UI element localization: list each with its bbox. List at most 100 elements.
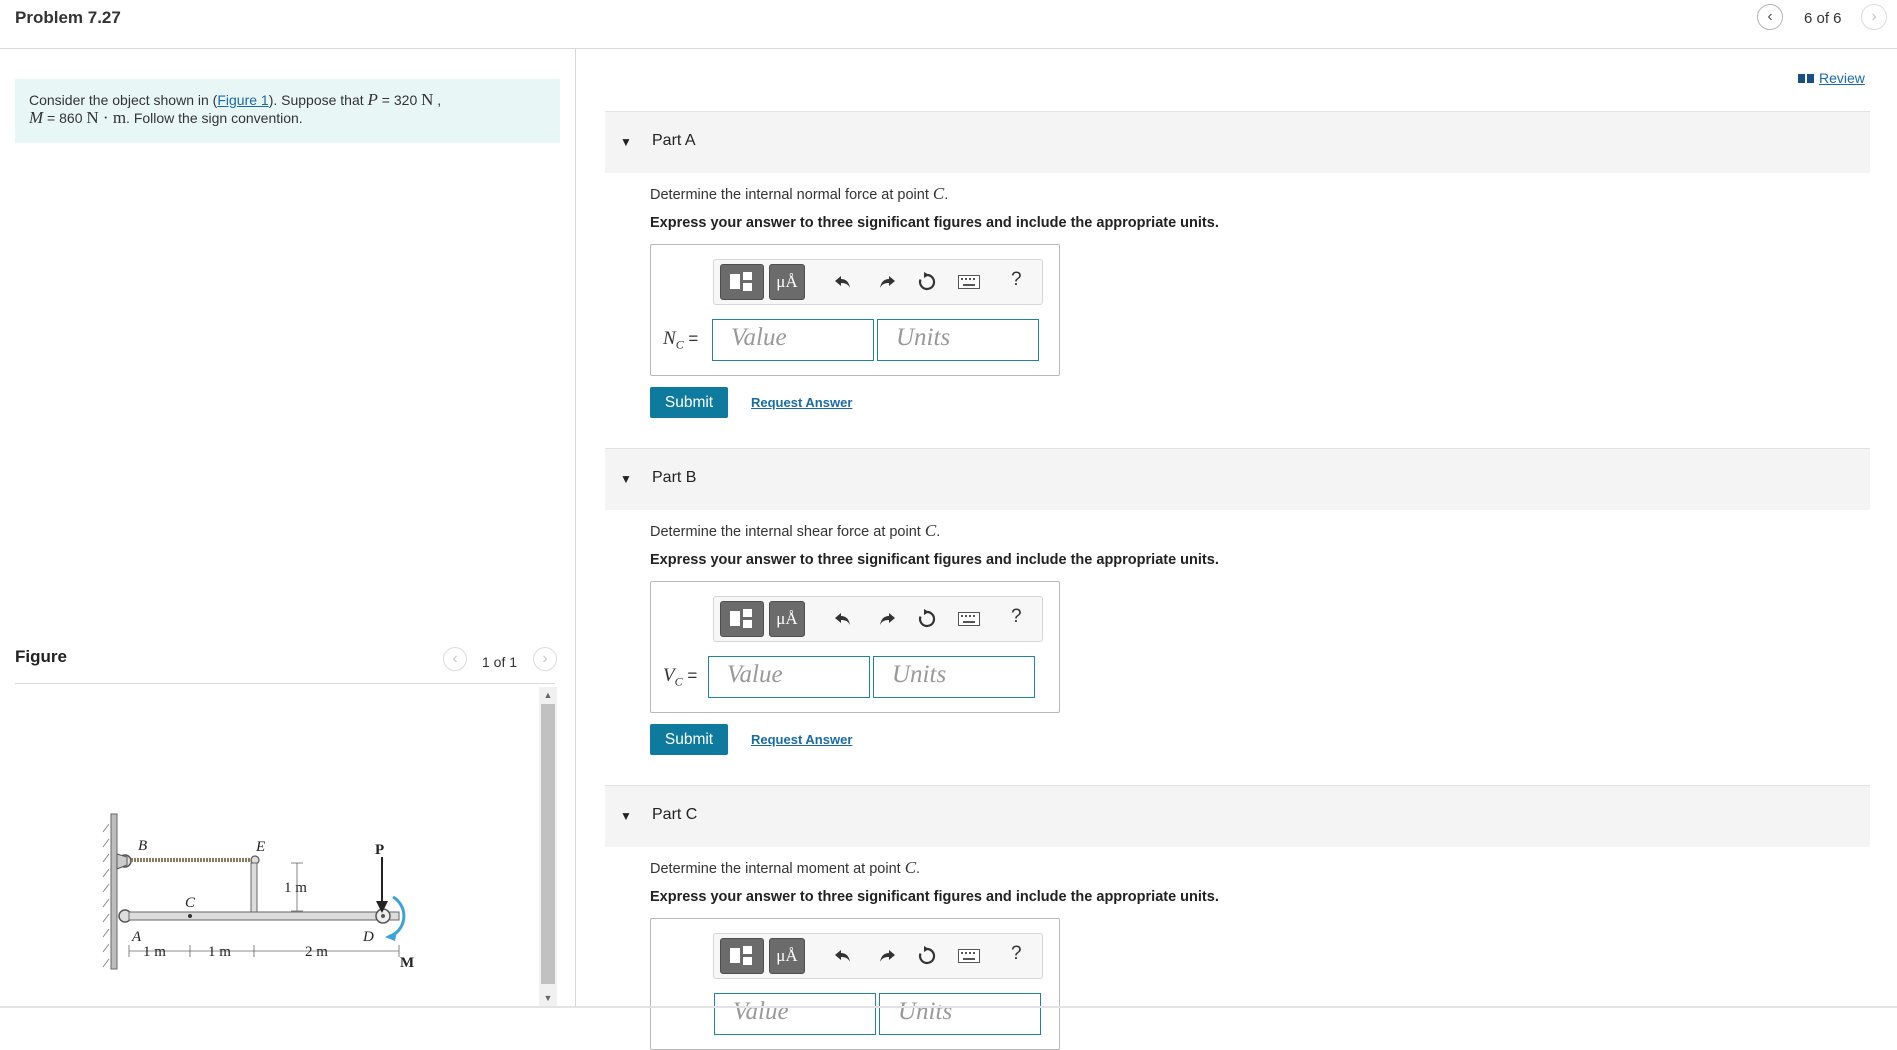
template-icon (730, 946, 752, 965)
undo-icon[interactable] (831, 607, 855, 631)
help-icon[interactable]: ? (1011, 606, 1022, 628)
help-icon[interactable]: ? (1011, 943, 1022, 965)
part-b-request-answer-link[interactable]: Request Answer (751, 732, 852, 747)
template-icon (730, 272, 752, 291)
part-b-question: Determine the internal shear force at po… (650, 521, 940, 541)
help-icon[interactable]: ? (1011, 269, 1022, 291)
problem-text: ). Suppose that (268, 92, 368, 108)
figure-divider (15, 683, 555, 684)
part-title: Part A (652, 132, 696, 149)
template-icon (730, 609, 752, 628)
vertical-member (250, 862, 258, 914)
units-symbol-button[interactable]: μÅ (769, 601, 805, 637)
part-title: Part C (652, 806, 698, 823)
part-b-instruction: Express your answer to three significant… (650, 552, 1219, 568)
p-variable: P (367, 90, 378, 109)
undo-icon[interactable] (831, 270, 855, 294)
units-symbol-button[interactable]: μÅ (769, 264, 805, 300)
part-a-submit-button[interactable]: Submit (650, 387, 728, 418)
part-c-header[interactable]: ▼ Part C (605, 785, 1870, 847)
nc-value-input[interactable]: Value (712, 319, 874, 361)
part-c-answer-box: μÅ ? Value Units (650, 918, 1060, 1050)
problem-title: Problem 7.27 (15, 8, 121, 27)
point-variable: C (932, 184, 945, 203)
part-title: Part B (652, 469, 697, 486)
scroll-up-arrow-icon[interactable]: ▲ (540, 690, 556, 700)
problem-text: . Follow the sign convention. (126, 110, 303, 126)
problem-text: Consider the object shown in ( (29, 92, 218, 108)
collapse-caret-icon: ▼ (620, 809, 632, 823)
part-a-question: Determine the internal normal force at p… (650, 184, 948, 204)
figure-link[interactable]: Figure 1 (217, 92, 268, 108)
dim-label: 2 m (305, 944, 328, 960)
reset-icon[interactable] (915, 270, 939, 294)
review-label: Review (1819, 70, 1865, 86)
chevron-right-icon: › (1871, 8, 1877, 25)
point-variable: C (904, 858, 917, 877)
templates-button[interactable] (720, 264, 764, 300)
reset-icon[interactable] (915, 607, 939, 631)
figure-image: B E P C A D M 1 m 1 m 2 m 1 m (102, 813, 414, 971)
redo-icon[interactable] (875, 270, 899, 294)
dim-label: 1 m (284, 880, 307, 896)
variable-subscript: C (674, 674, 683, 689)
scroll-down-arrow-icon[interactable]: ▼ (540, 993, 556, 1003)
previous-problem-button[interactable]: ‹ (1757, 4, 1783, 30)
nc-label: NC = (663, 328, 698, 352)
question-text: . (936, 524, 941, 540)
m-variable: M (29, 108, 44, 127)
question-text: Determine the internal normal force at p… (650, 187, 933, 203)
part-a-request-answer-link[interactable]: Request Answer (751, 395, 852, 410)
keyboard-icon[interactable] (957, 607, 981, 631)
point-variable: C (924, 521, 937, 540)
left-pane: Consider the object shown in (Figure 1).… (0, 49, 576, 1008)
math-toolbar: μÅ ? (713, 933, 1043, 979)
chevron-right-icon: › (542, 650, 548, 667)
mc-units-input[interactable]: Units (879, 993, 1041, 1035)
equals-sign: = (683, 329, 699, 348)
question-text: Determine the internal moment at point (650, 861, 905, 877)
question-text: Determine the internal shear force at po… (650, 524, 925, 540)
templates-button[interactable] (720, 938, 764, 974)
previous-figure-button[interactable]: ‹ (443, 647, 467, 671)
wall-hatching (102, 823, 110, 968)
beam (128, 911, 400, 921)
top-bar: Problem 7.27 ‹ 6 of 6 › (0, 0, 1897, 49)
keyboard-icon[interactable] (957, 944, 981, 968)
question-text: . (944, 187, 949, 203)
label-d: D (362, 929, 374, 945)
label-a: A (131, 929, 142, 945)
part-b-submit-button[interactable]: Submit (650, 724, 728, 755)
problem-page-count: 6 of 6 (1804, 10, 1842, 27)
p-unit: N (421, 90, 434, 109)
undo-icon[interactable] (831, 944, 855, 968)
keyboard-icon[interactable] (957, 270, 981, 294)
units-symbol-button[interactable]: μÅ (769, 938, 805, 974)
variable: N (663, 328, 676, 349)
part-c-question: Determine the internal moment at point C… (650, 858, 920, 878)
reset-icon[interactable] (915, 944, 939, 968)
part-a-header[interactable]: ▼ Part A (605, 111, 1870, 173)
redo-icon[interactable] (875, 944, 899, 968)
m-unit: N · m (86, 108, 127, 127)
part-c-instruction: Express your answer to three significant… (650, 889, 1219, 905)
review-link[interactable]: Review (1798, 70, 1865, 86)
next-figure-button[interactable]: › (533, 647, 557, 671)
label-p: P (375, 842, 384, 858)
part-a-instruction: Express your answer to three significant… (650, 215, 1219, 231)
dim-label: 1 m (208, 944, 231, 960)
vc-units-input[interactable]: Units (873, 656, 1035, 698)
nc-units-input[interactable]: Units (877, 319, 1039, 361)
math-toolbar: μÅ ? (713, 259, 1043, 305)
vc-label: VC = (663, 665, 697, 689)
next-problem-button[interactable]: › (1861, 4, 1887, 30)
figure-scrollbar-thumb[interactable] (541, 704, 555, 984)
redo-icon[interactable] (875, 607, 899, 631)
problem-statement: Consider the object shown in (Figure 1).… (15, 79, 560, 143)
mc-value-input[interactable]: Value (714, 993, 876, 1035)
figure-count: 1 of 1 (482, 654, 518, 670)
templates-button[interactable] (720, 601, 764, 637)
vc-value-input[interactable]: Value (708, 656, 870, 698)
part-b-header[interactable]: ▼ Part B (605, 448, 1870, 510)
wall (110, 813, 118, 970)
